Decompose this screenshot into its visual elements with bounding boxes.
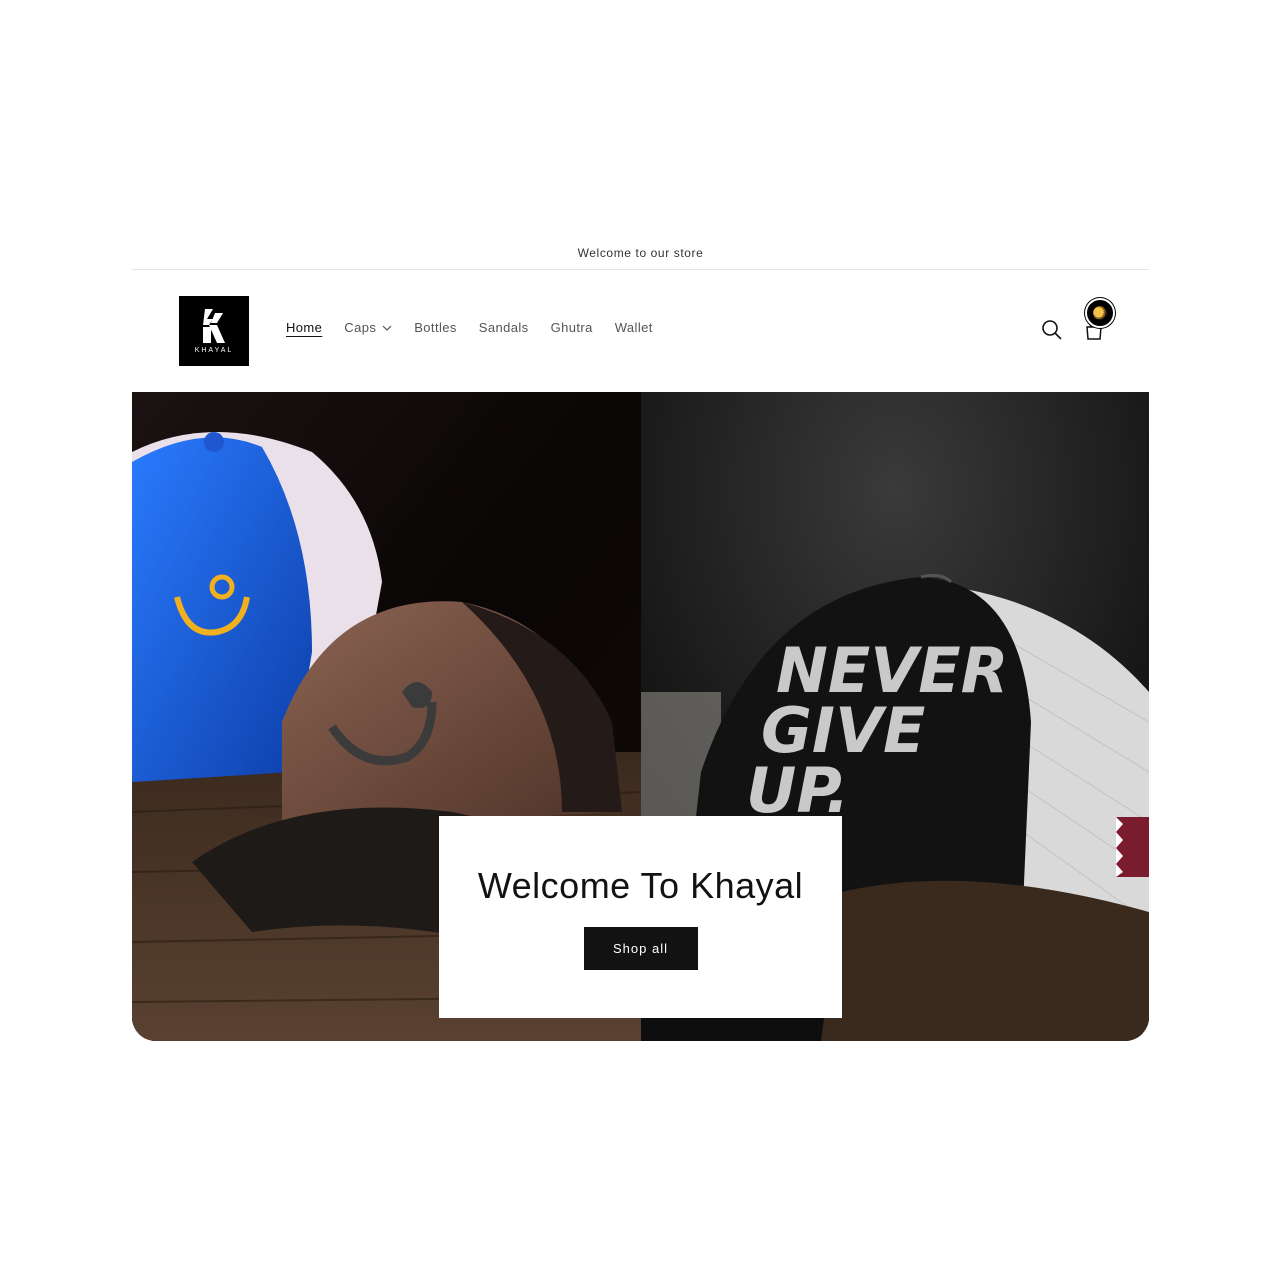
announcement-bar: Welcome to our store [132,237,1149,270]
hero-title: Welcome To Khayal [477,864,804,906]
nav-item-wallet[interactable]: Wallet [615,320,653,335]
nav-item-label: Caps [344,320,377,335]
nav-item-ghutra[interactable]: Ghutra [551,320,593,335]
nav-item-home[interactable]: Home [286,320,322,335]
chevron-down-icon [382,325,392,331]
logo-wordmark: KHAYAL [194,346,234,354]
site-header: KHAYAL Home Caps Bottles Sandals Ghutra … [132,270,1149,392]
brand-logo[interactable]: KHAYAL [179,296,249,366]
cart-count-bubble [1085,298,1115,328]
hero-content-box: Welcome To Khayal Shop all [439,816,842,1018]
nav-item-bottles[interactable]: Bottles [414,320,457,335]
nav-item-label: Home [286,320,323,335]
main-nav: Home Caps Bottles Sandals Ghutra Wallet [286,320,653,335]
nav-item-label: Ghutra [550,320,593,335]
nav-item-label: Sandals [478,320,529,335]
coin-icon [1093,306,1107,320]
hero-banner: NEVER GIVE UP. Welcome To Khayal Shop al… [132,392,1149,1041]
nav-item-caps[interactable]: Caps [344,320,392,335]
nav-item-label: Wallet [614,320,653,335]
nav-item-label: Bottles [414,320,457,335]
announcement-text: Welcome to our store [577,246,704,260]
nav-item-sandals[interactable]: Sandals [479,320,529,335]
shop-all-button[interactable]: Shop all [583,926,698,970]
search-icon[interactable] [1041,319,1063,341]
khayal-logo-mark-icon [203,308,225,343]
